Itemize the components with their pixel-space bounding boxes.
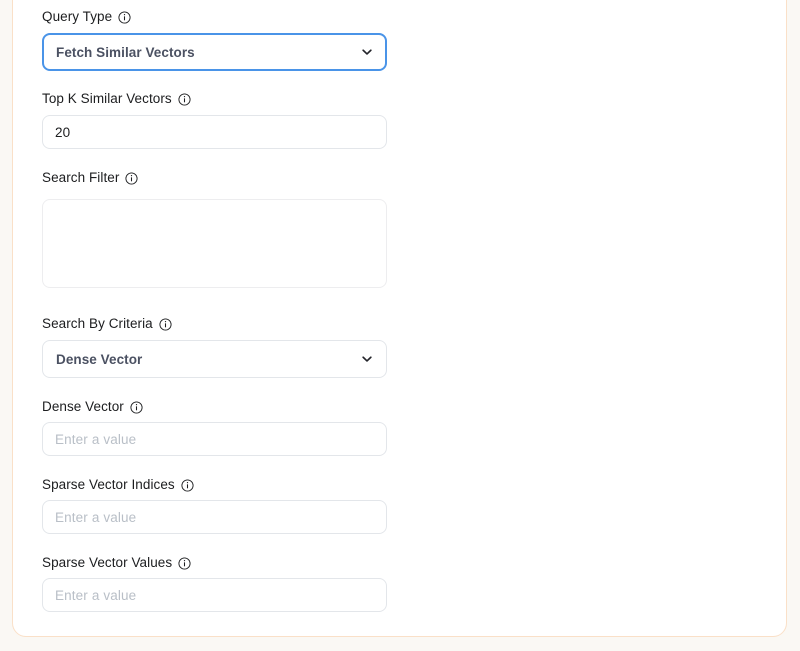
label-search-filter: Search Filter [42, 170, 138, 186]
query-config-panel: Query Type Fetch Similar Vectors Top K S… [12, 0, 787, 637]
info-circle-icon[interactable] [181, 478, 194, 492]
label-top-k-similar-vectors-text: Top K Similar Vectors [42, 91, 172, 106]
label-dense-vector-text: Dense Vector [42, 399, 124, 414]
label-search-by-criteria: Search By Criteria [42, 316, 172, 332]
input-dense-vector-placeholder: Enter a value [55, 431, 137, 447]
input-sparse-vector-indices-placeholder: Enter a value [55, 509, 137, 525]
input-dense-vector[interactable]: Enter a value [42, 422, 387, 456]
select-search-by-criteria-value: Dense Vector [56, 351, 143, 367]
field-search-filter: Search Filter [42, 170, 387, 288]
info-circle-icon[interactable] [130, 400, 143, 414]
label-sparse-vector-indices: Sparse Vector Indices [42, 477, 194, 493]
chevron-down-icon[interactable] [360, 352, 374, 366]
input-sparse-vector-values-placeholder: Enter a value [55, 587, 137, 603]
label-search-filter-text: Search Filter [42, 170, 120, 185]
select-query-type-value: Fetch Similar Vectors [56, 44, 195, 60]
label-query-type-text: Query Type [42, 9, 113, 24]
info-circle-icon[interactable] [178, 92, 191, 106]
label-dense-vector: Dense Vector [42, 399, 143, 415]
field-dense-vector: Dense Vector Enter a value [42, 399, 387, 456]
input-top-k-similar-vectors-value: 20 [55, 124, 71, 140]
label-top-k-similar-vectors: Top K Similar Vectors [42, 91, 191, 107]
input-top-k-similar-vectors[interactable]: 20 [42, 115, 387, 149]
label-sparse-vector-values: Sparse Vector Values [42, 555, 191, 571]
field-sparse-vector-indices: Sparse Vector Indices Enter a value [42, 477, 387, 534]
info-circle-icon[interactable] [178, 556, 191, 570]
select-search-by-criteria[interactable]: Dense Vector [42, 340, 387, 378]
label-query-type: Query Type [42, 9, 131, 25]
chevron-down-icon[interactable] [360, 45, 374, 59]
input-sparse-vector-indices[interactable]: Enter a value [42, 500, 387, 534]
label-sparse-vector-values-text: Sparse Vector Values [42, 555, 173, 570]
field-search-by-criteria: Search By Criteria Dense Vector [42, 316, 387, 378]
field-query-type: Query Type Fetch Similar Vectors [42, 9, 387, 71]
field-top-k-similar-vectors: Top K Similar Vectors 20 [42, 91, 387, 149]
label-search-by-criteria-text: Search By Criteria [42, 316, 153, 331]
textarea-search-filter[interactable] [42, 199, 387, 288]
select-query-type[interactable]: Fetch Similar Vectors [42, 33, 387, 71]
field-sparse-vector-values: Sparse Vector Values Enter a value [42, 555, 387, 612]
info-circle-icon[interactable] [118, 10, 131, 24]
info-circle-icon[interactable] [125, 171, 138, 185]
label-sparse-vector-indices-text: Sparse Vector Indices [42, 477, 175, 492]
info-circle-icon[interactable] [159, 317, 172, 331]
input-sparse-vector-values[interactable]: Enter a value [42, 578, 387, 612]
